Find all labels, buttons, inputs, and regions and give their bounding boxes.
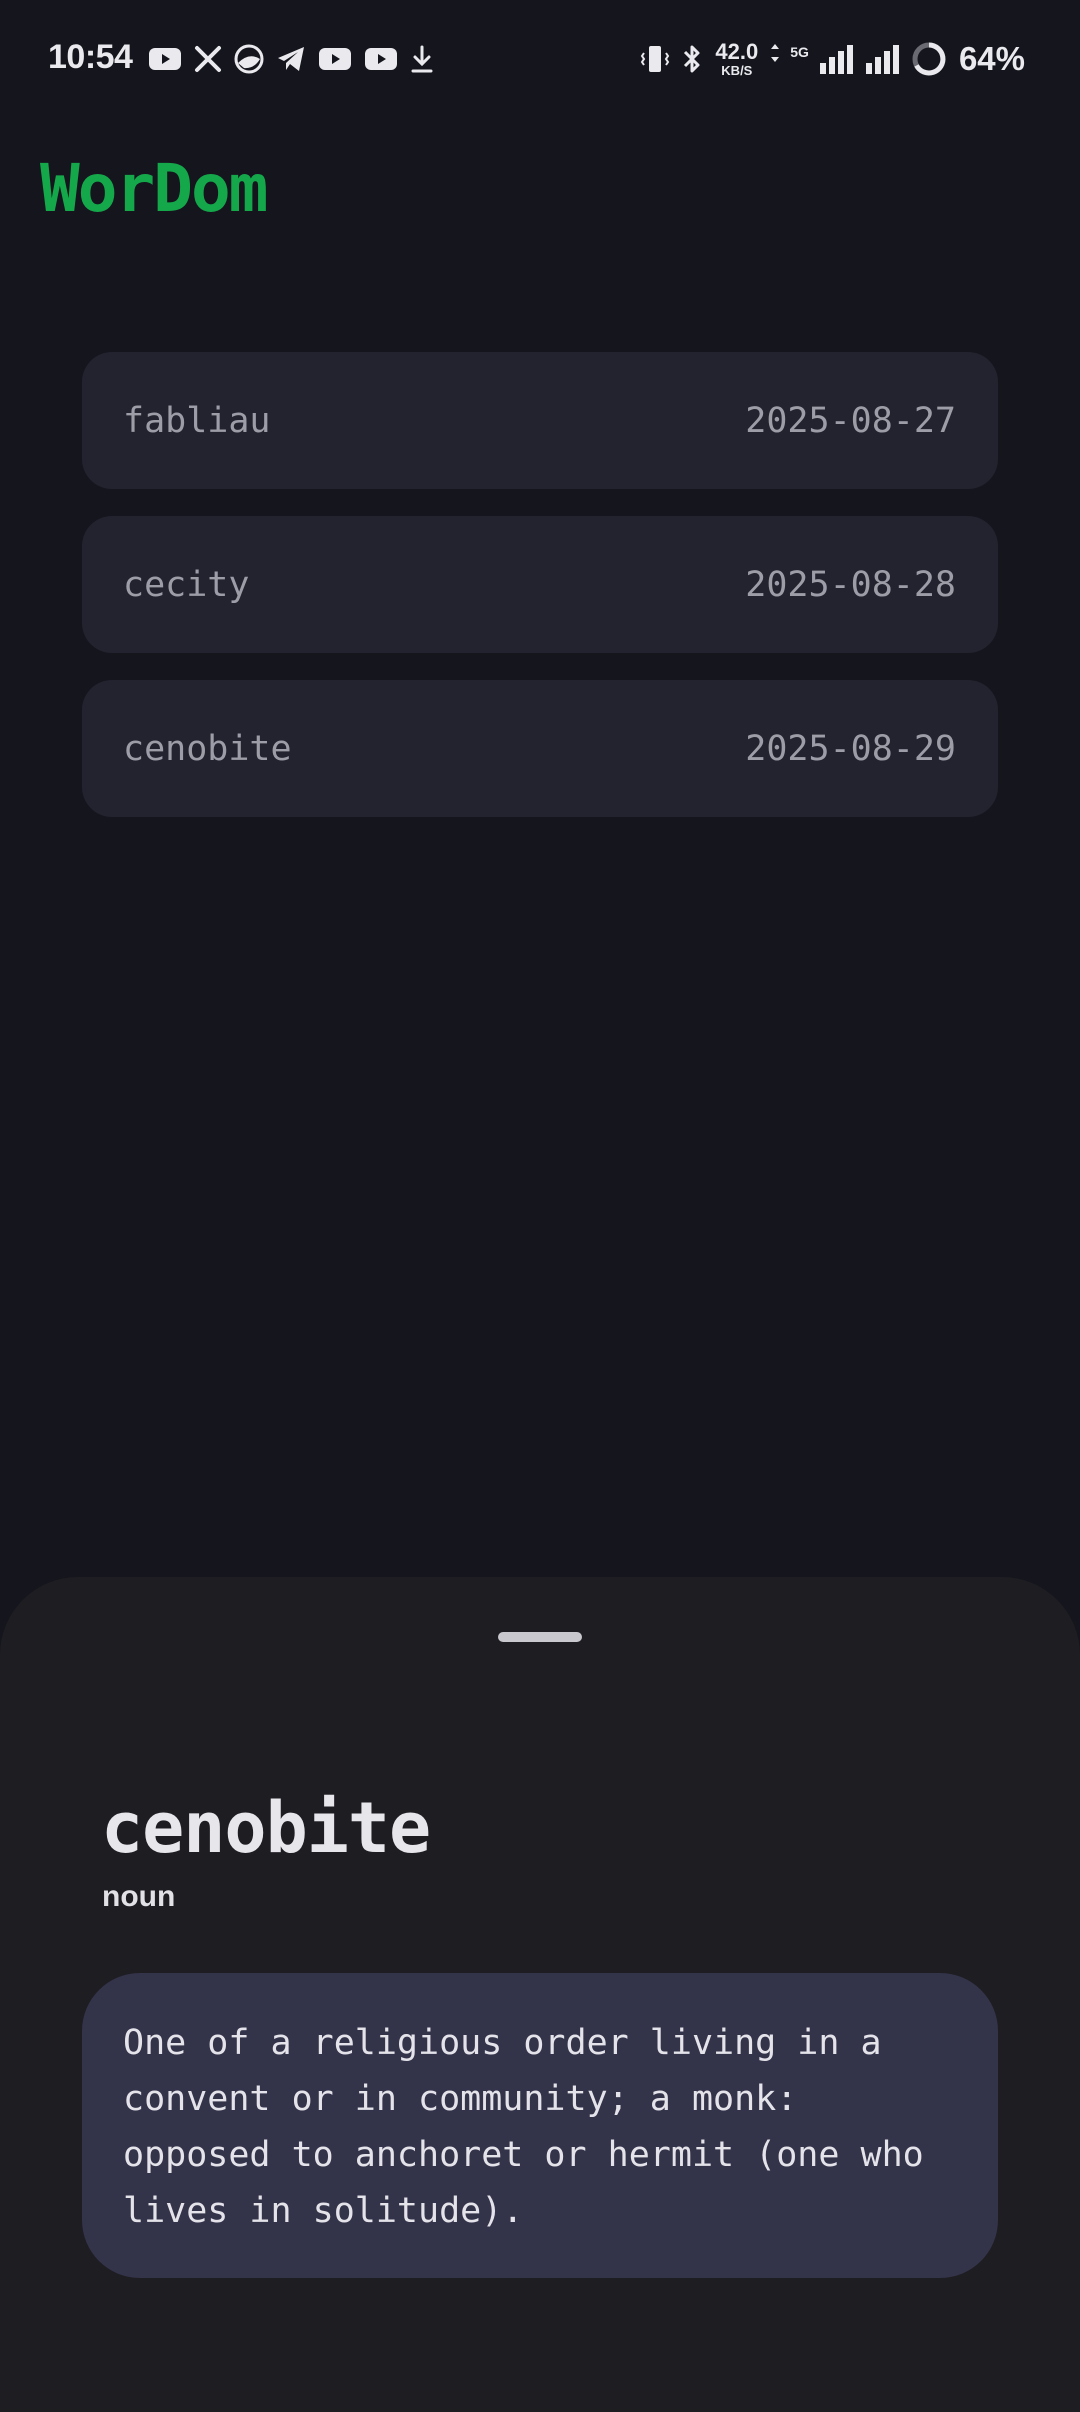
data-arrows-icon bbox=[770, 44, 780, 63]
network-speed-unit: KB/S bbox=[721, 63, 753, 78]
word-list-item-date: 2025-08-28 bbox=[745, 564, 956, 605]
word-list-item[interactable]: cecity 2025-08-28 bbox=[82, 516, 998, 653]
youtube-icon bbox=[318, 46, 352, 72]
signal-icon bbox=[819, 43, 855, 75]
x-icon bbox=[194, 45, 222, 73]
telegram-icon bbox=[276, 45, 306, 73]
status-bar: 10:54 42.0 KB/S 5G 64% bbox=[0, 0, 1080, 124]
word-list: fabliau 2025-08-27 cecity 2025-08-28 cen… bbox=[82, 352, 998, 844]
word-list-item-word: cenobite bbox=[123, 728, 292, 769]
notification-icons bbox=[148, 44, 434, 74]
word-list-item[interactable]: fabliau 2025-08-27 bbox=[82, 352, 998, 489]
detail-part-of-speech: noun bbox=[102, 1880, 176, 1913]
detail-word-title: cenobite bbox=[101, 1787, 431, 1869]
network-speed: 42.0 KB/S bbox=[715, 39, 759, 78]
word-list-item-date: 2025-08-29 bbox=[745, 728, 956, 769]
network-speed-value: 42.0 bbox=[715, 39, 759, 64]
youtube-icon bbox=[364, 46, 398, 72]
bluetooth-icon bbox=[681, 43, 703, 75]
definition-text: One of a religious order living in a con… bbox=[123, 2023, 924, 2231]
signal-icon bbox=[865, 43, 901, 75]
word-detail-sheet: cenobite noun One of a religious order l… bbox=[0, 1577, 1080, 2412]
browser-icon bbox=[234, 44, 264, 74]
word-list-item[interactable]: cenobite 2025-08-29 bbox=[82, 680, 998, 817]
youtube-icon bbox=[148, 46, 182, 72]
word-list-item-word: fabliau bbox=[123, 400, 271, 441]
definition-card: One of a religious order living in a con… bbox=[82, 1973, 998, 2278]
system-indicators: 42.0 KB/S 5G 64% bbox=[639, 40, 1025, 78]
download-icon bbox=[410, 44, 434, 74]
network-type: 5G bbox=[790, 44, 809, 60]
battery-percent: 64% bbox=[958, 40, 1025, 77]
app-title: WorDom bbox=[40, 150, 268, 227]
word-list-item-word: cecity bbox=[123, 564, 250, 605]
status-time: 10:54 bbox=[48, 38, 133, 76]
vibrate-icon bbox=[639, 43, 671, 75]
word-list-item-date: 2025-08-27 bbox=[745, 400, 956, 441]
sheet-drag-handle[interactable] bbox=[498, 1632, 582, 1642]
battery-icon bbox=[911, 41, 947, 77]
